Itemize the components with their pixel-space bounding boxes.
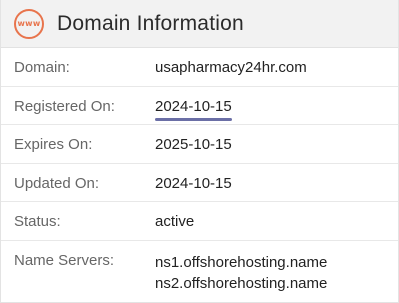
row-updated-on: Updated On: 2024-10-15 [1,164,398,202]
row-expires-on: Expires On: 2025-10-15 [1,125,398,164]
expires-on-value: 2025-10-15 [155,136,232,153]
row-status: Status: active [1,202,398,241]
domain-info-card: www Domain Information Domain: usapharma… [0,0,399,303]
domain-value: usapharmacy24hr.com [155,59,307,76]
www-globe-icon: www [14,8,44,39]
info-rows: Domain: usapharmacy24hr.com Registered O… [1,48,398,294]
registered-on-value: 2024-10-15 [155,97,232,121]
row-domain: Domain: usapharmacy24hr.com [1,48,398,87]
name-servers-label: Name Servers: [14,251,115,269]
updated-on-value: 2024-10-15 [155,174,232,192]
registered-on-label: Registered On: [14,97,115,115]
www-icon-text: www [17,19,41,28]
row-name-servers: Name Servers: ns1.offshorehosting.name n… [1,241,398,294]
domain-label: Domain: [14,59,70,76]
row-registered-on: Registered On: 2024-10-15 [1,87,398,125]
card-header: www Domain Information [1,0,398,48]
card-title: Domain Information [57,11,244,35]
expires-on-label: Expires On: [14,136,93,153]
name-servers-list: ns1.offshorehosting.name ns2.offshorehos… [155,252,327,294]
status-label: Status: [14,213,61,230]
name-server-1: ns1.offshorehosting.name [155,253,328,271]
name-server-2: ns2.offshorehosting.name [155,274,328,292]
status-value: active [155,213,195,230]
updated-on-label: Updated On: [14,174,100,192]
